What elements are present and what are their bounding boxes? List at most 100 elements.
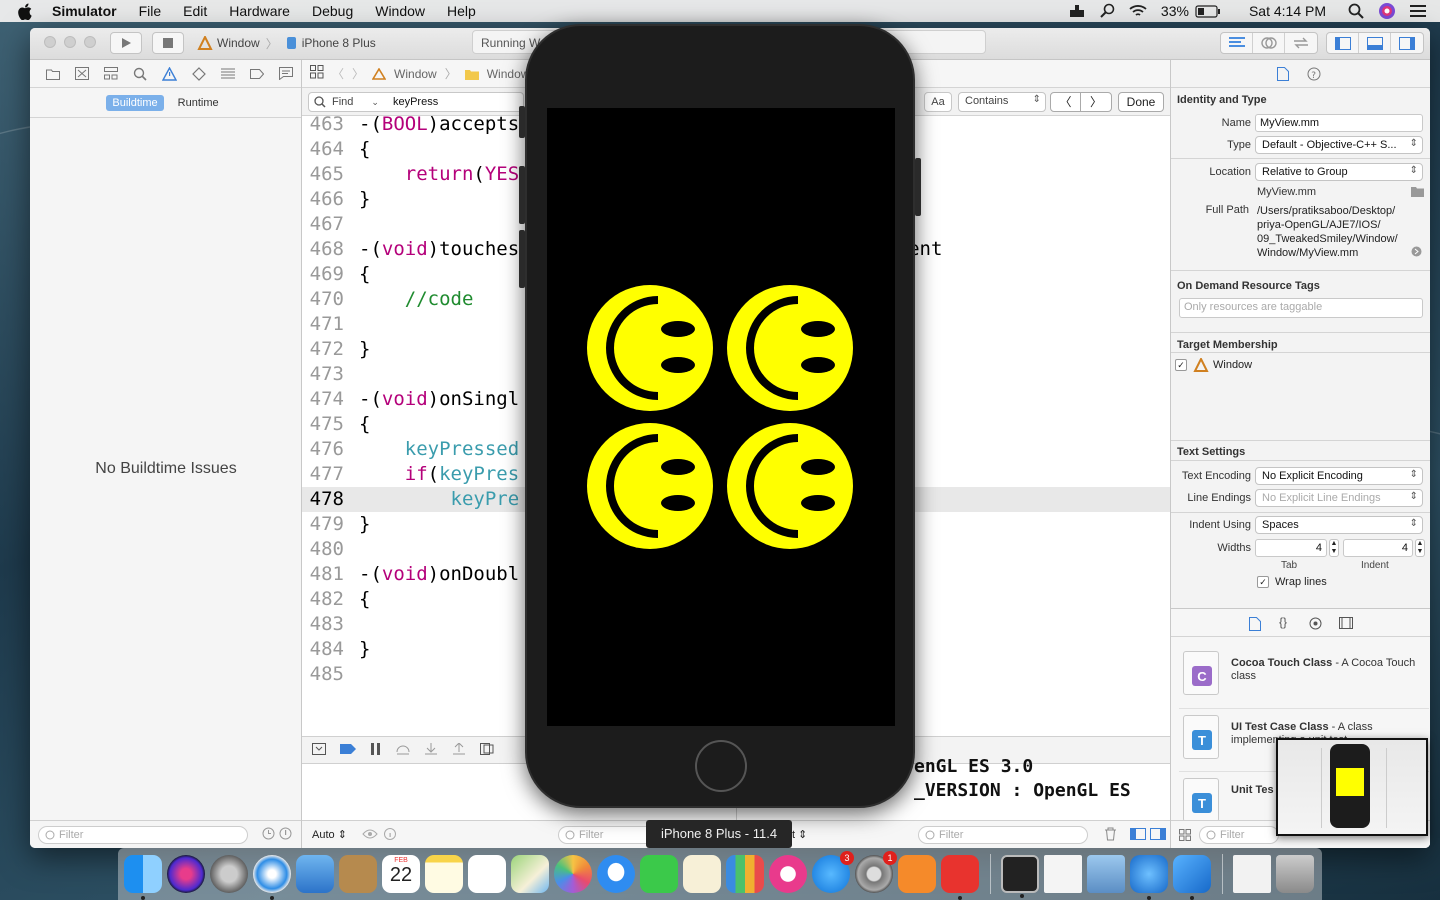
iphone-simulator[interactable] <box>519 24 921 808</box>
safari-icon[interactable] <box>253 855 291 900</box>
find-query[interactable]: keyPress <box>393 96 438 108</box>
wifi-icon[interactable] <box>1129 4 1147 18</box>
find-done-button[interactable]: Done <box>1118 92 1164 112</box>
pause-icon[interactable] <box>370 742 382 758</box>
finder-icon[interactable] <box>124 855 162 900</box>
variables-filter-input[interactable]: Filter <box>558 826 658 844</box>
documents-stack-icon[interactable] <box>1233 855 1271 893</box>
maps-icon[interactable] <box>511 855 549 893</box>
find-mode[interactable]: Find <box>332 96 353 108</box>
menu-app-name[interactable]: Simulator <box>52 3 117 19</box>
trash-dock-icon[interactable] <box>1276 855 1314 893</box>
search-icon[interactable] <box>1348 3 1364 19</box>
tab-width-stepper[interactable]: ▲ ▼ <box>1329 539 1339 557</box>
project-navigator-icon[interactable] <box>38 68 67 80</box>
toggle-inspector-icon[interactable] <box>1391 33 1423 53</box>
preview-icon[interactable] <box>1087 855 1125 893</box>
hide-debug-area-icon[interactable] <box>312 742 326 758</box>
apple-menu-icon[interactable] <box>18 3 38 20</box>
system-preferences-icon[interactable]: 1 <box>855 851 897 893</box>
scheme-selector[interactable]: Window 〉 iPhone 8 Plus <box>197 32 376 54</box>
quick-look-eye-icon[interactable] <box>362 828 378 843</box>
object-library-icon[interactable] <box>1309 617 1322 633</box>
itunes-icon[interactable] <box>769 855 807 893</box>
siri-icon[interactable] <box>1378 2 1396 20</box>
line-endings-popup[interactable]: No Explicit Line Endings <box>1255 489 1423 507</box>
media-library-icon[interactable] <box>1339 617 1353 632</box>
home-button[interactable] <box>695 740 747 792</box>
zoom-window-button[interactable] <box>84 36 96 48</box>
forward-chevron-icon[interactable]: 〉 <box>352 65 364 82</box>
menu-edit[interactable]: Edit <box>183 3 207 19</box>
messages-icon[interactable] <box>597 855 635 893</box>
standard-editor-icon[interactable] <box>1221 33 1253 53</box>
reminders-icon[interactable] <box>468 855 506 893</box>
step-out-icon[interactable] <box>452 741 466 758</box>
case-sensitivity-button[interactable]: Aa <box>924 92 952 112</box>
editor-mode-control[interactable] <box>1220 32 1318 54</box>
stop-button[interactable] <box>152 32 184 54</box>
siri-dock-icon[interactable] <box>167 855 205 893</box>
opengl-smiley-view[interactable] <box>547 108 895 726</box>
library-item[interactable]: C Cocoa Touch Class - A Cocoa Touch clas… <box>1179 645 1429 701</box>
file-inspector-icon[interactable] <box>1277 67 1289 84</box>
textedit-icon[interactable] <box>683 855 721 893</box>
facetime-icon[interactable] <box>640 855 678 893</box>
file-type-popup[interactable]: Default - Objective-C++ S... <box>1255 136 1423 154</box>
menu-hardware[interactable]: Hardware <box>229 3 290 19</box>
simulator-screen[interactable] <box>547 108 895 726</box>
quick-help-icon[interactable]: ? <box>1307 67 1321 84</box>
breadcrumb-project[interactable]: Window <box>394 67 437 81</box>
target-membership-checkbox[interactable]: ✓ <box>1175 359 1187 371</box>
photos-icon[interactable] <box>554 855 592 893</box>
odr-tags-field[interactable]: Only resources are taggable <box>1179 298 1423 318</box>
recent-files-clock-icon[interactable] <box>262 827 275 843</box>
clock[interactable]: Sat 4:14 PM <box>1249 3 1326 19</box>
numbers-icon[interactable] <box>726 855 764 893</box>
source-control-navigator-icon[interactable] <box>67 67 96 80</box>
related-items-grid-icon[interactable] <box>310 65 324 82</box>
back-chevron-icon[interactable]: 〈 <box>332 65 344 82</box>
toggle-navigator-icon[interactable] <box>1327 33 1359 53</box>
find-navigator-icon[interactable] <box>126 67 155 81</box>
run-button[interactable] <box>110 32 142 54</box>
battery-icon[interactable] <box>1195 4 1221 18</box>
assistant-editor-icon[interactable] <box>1253 33 1285 53</box>
mail-icon[interactable] <box>296 855 334 893</box>
issues-only-filter-icon[interactable] <box>279 827 292 843</box>
toggle-debug-area-icon[interactable] <box>1359 33 1391 53</box>
app-store-icon[interactable]: 3 <box>812 851 854 893</box>
volume-up-button[interactable] <box>519 166 525 224</box>
side-button[interactable] <box>915 158 921 216</box>
screenshot-thumbnail[interactable] <box>1276 738 1428 836</box>
print-description-info-icon[interactable] <box>384 828 396 843</box>
breadcrumb-group[interactable]: Window <box>487 67 530 81</box>
file-template-library-icon[interactable] <box>1249 617 1261 634</box>
terminal-icon[interactable] <box>1001 855 1039 898</box>
variables-view-mode[interactable]: Auto ⇕ <box>312 828 347 841</box>
issue-navigator-icon[interactable] <box>155 66 184 81</box>
simulator-icon[interactable] <box>1173 855 1211 900</box>
contacts-icon[interactable] <box>339 855 377 893</box>
indent-width-field[interactable]: 4 <box>1343 539 1413 557</box>
text-encoding-popup[interactable]: No Explicit Encoding <box>1255 467 1423 485</box>
calendar-icon[interactable]: FEB 22 <box>382 855 420 893</box>
tab-width-field[interactable]: 4 <box>1255 539 1327 557</box>
tab-buildtime[interactable]: Buildtime <box>106 94 164 111</box>
find-next-icon[interactable]: 〉 <box>1081 93 1111 111</box>
mute-switch[interactable] <box>519 106 525 138</box>
step-over-icon[interactable] <box>396 743 410 758</box>
anydesk-icon[interactable] <box>941 855 979 900</box>
find-nav-control[interactable]: 〈 〉 <box>1050 92 1112 112</box>
split-left-pane-icon[interactable] <box>1130 828 1146 843</box>
menu-window[interactable]: Window <box>375 3 425 19</box>
find-mode-chevron-icon[interactable]: ⌄ <box>371 97 379 108</box>
spotlight-search-icon[interactable] <box>1099 3 1115 19</box>
report-navigator-icon[interactable] <box>272 67 301 80</box>
step-into-icon[interactable] <box>424 742 438 758</box>
menu-debug[interactable]: Debug <box>312 3 353 19</box>
view-hierarchy-icon[interactable] <box>480 742 494 758</box>
text-document-icon[interactable] <box>1044 855 1082 893</box>
menu-file[interactable]: File <box>139 3 162 19</box>
trash-icon[interactable] <box>1104 827 1117 844</box>
